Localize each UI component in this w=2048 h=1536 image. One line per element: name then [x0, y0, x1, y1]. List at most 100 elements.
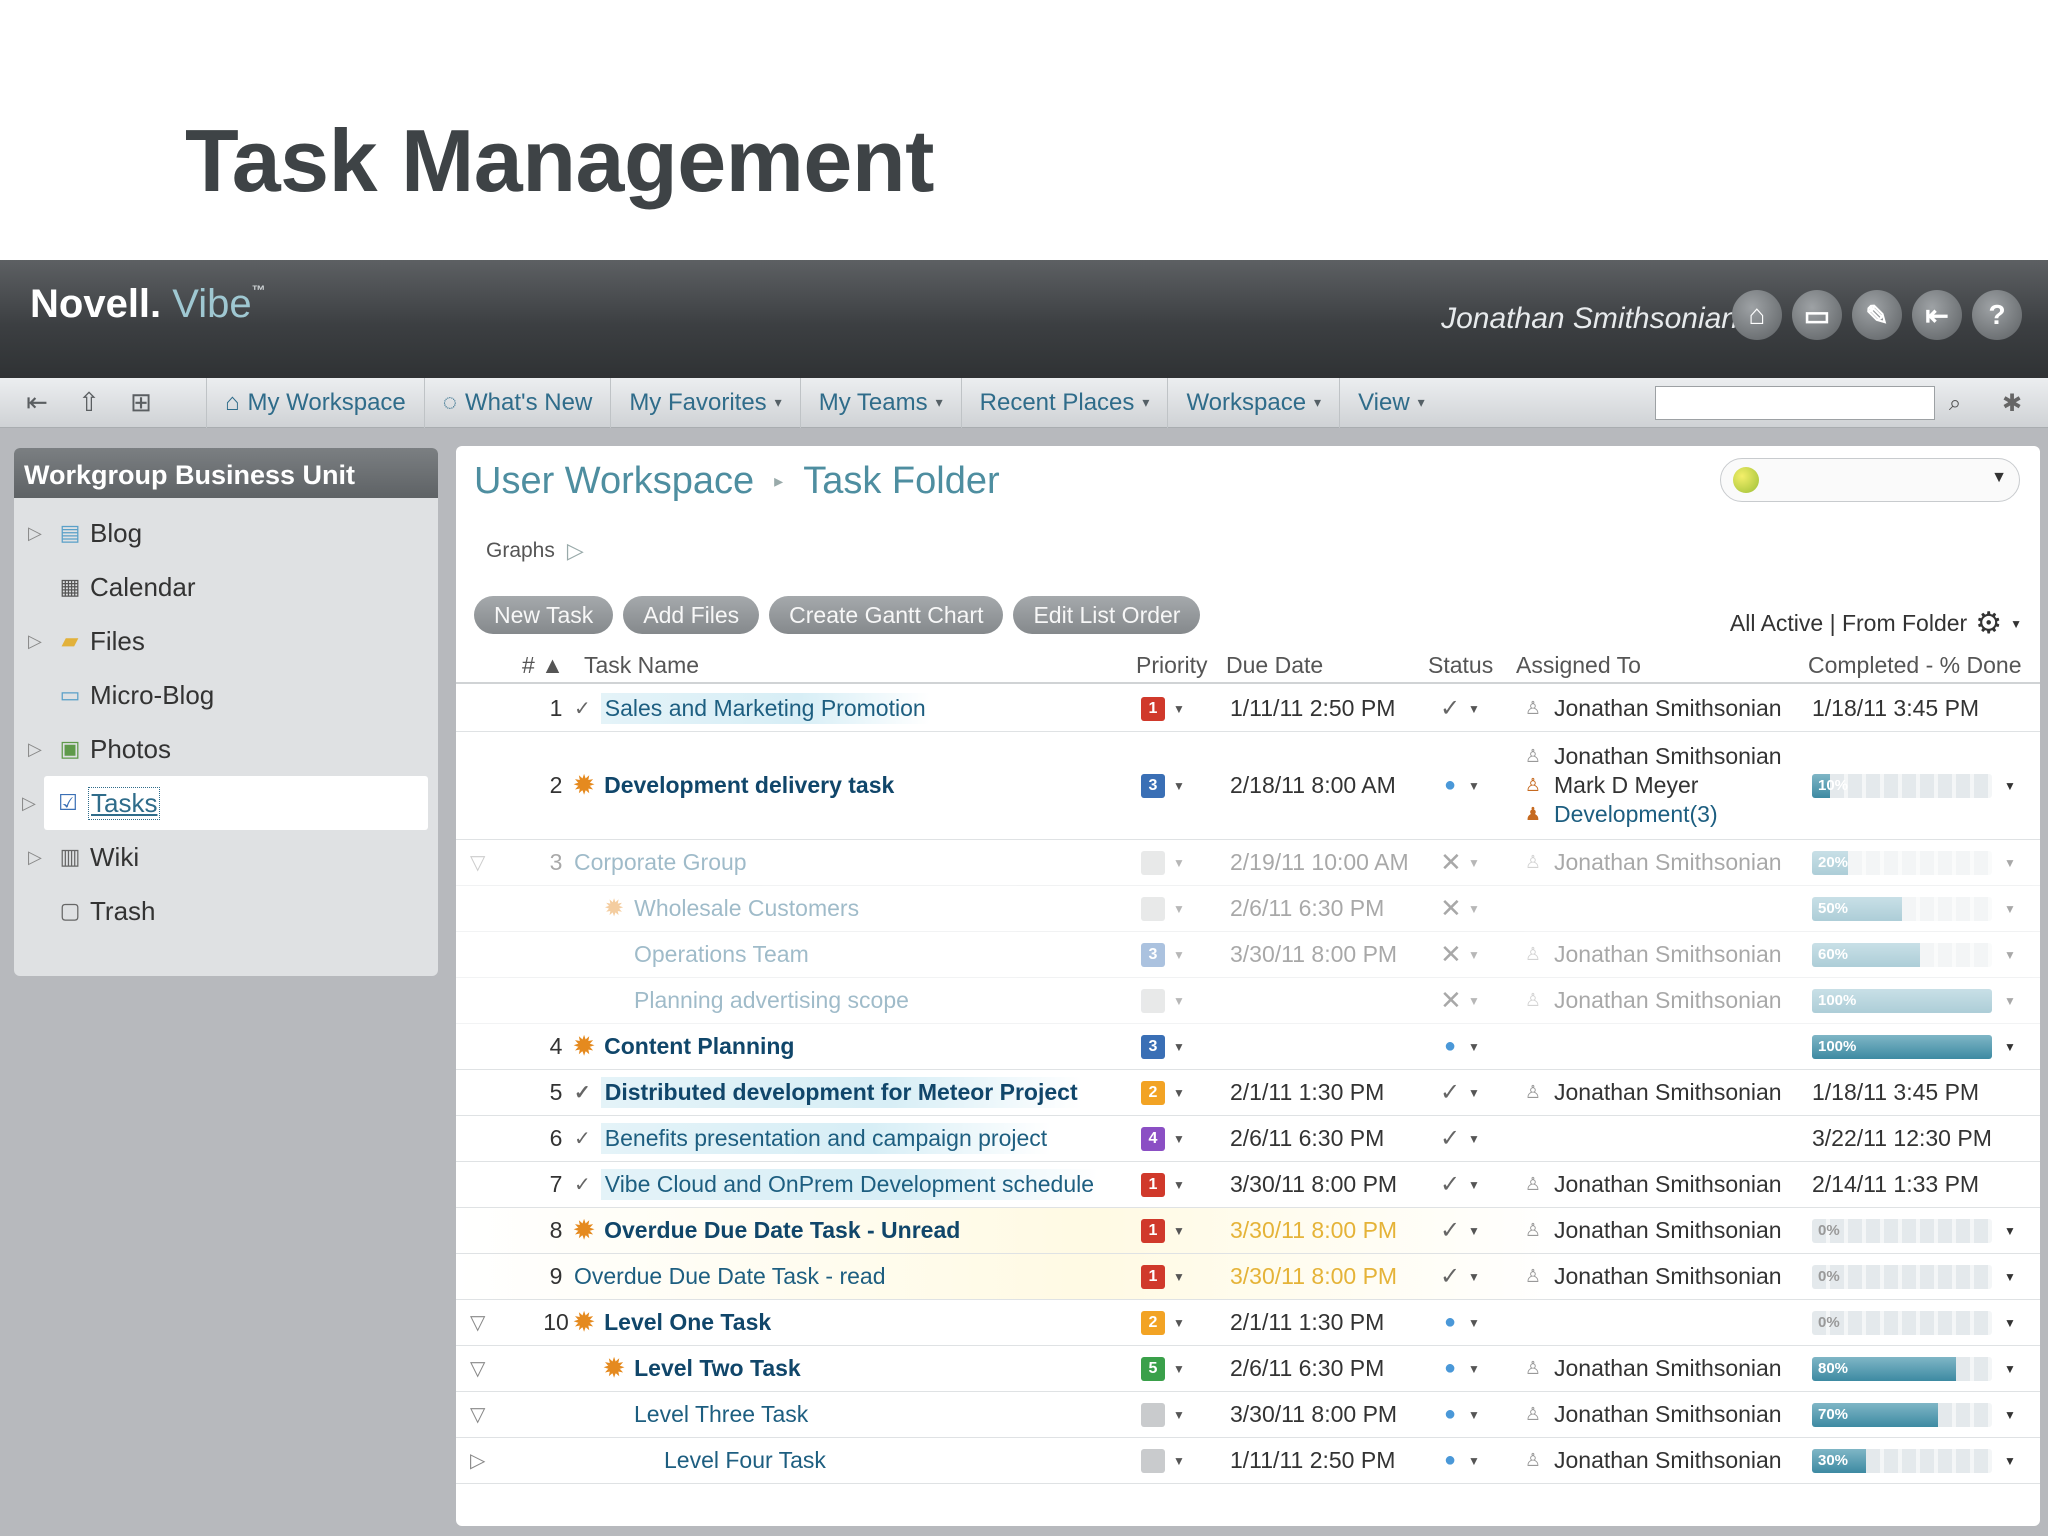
- nav-view[interactable]: View ▾: [1339, 377, 1443, 428]
- priority-selector[interactable]: 1 ▼: [1141, 1208, 1197, 1253]
- expand-triangle-icon[interactable]: ▷: [22, 793, 44, 814]
- table-row[interactable]: 8 ✹ Overdue Due Date Task - Unread 1 ▼ 3/30/1…: [456, 1208, 2040, 1254]
- status-selector[interactable]: ✓ ▼: [1440, 1116, 1490, 1161]
- status-selector[interactable]: ✕ ▼: [1440, 932, 1490, 977]
- table-row[interactable]: ▽ 10 ✹ Level One Task 2 ▼ 2/1/11 1:30 PM ● ▼ 0% ▼: [456, 1300, 2040, 1346]
- percent-done-bar[interactable]: 100%: [1812, 1034, 1992, 1059]
- row-menu-chevron-icon[interactable]: ▼: [2004, 1392, 2024, 1437]
- status-selector[interactable]: ● ▼: [1440, 1392, 1490, 1437]
- task-name[interactable]: ✹ Overdue Due Date Task - Unread: [574, 1208, 1074, 1253]
- task-name[interactable]: ✹ Wholesale Customers: [574, 886, 1074, 931]
- new-task-button[interactable]: New Task: [474, 596, 614, 634]
- task-name[interactable]: ✹ Level Two Task: [574, 1346, 1074, 1391]
- sidebar-item-wiki[interactable]: ▷ ▥ Wiki: [14, 830, 438, 884]
- table-row[interactable]: 7 ✓ Vibe Cloud and OnPrem Development sche…: [456, 1162, 2040, 1208]
- col-completed[interactable]: Completed - % Done: [1808, 652, 2022, 679]
- task-name[interactable]: ✹ Development delivery task: [574, 732, 1074, 839]
- priority-selector[interactable]: 3 ▼: [1141, 1024, 1197, 1069]
- assignee[interactable]: ♟ Development(3): [1524, 801, 1718, 828]
- task-name[interactable]: Operations Team: [574, 932, 1074, 977]
- sidebar-item-trash[interactable]: ▢ Trash: [14, 884, 438, 938]
- status-selector[interactable]: ● ▼: [1440, 1300, 1490, 1345]
- home-icon[interactable]: ⌂: [1732, 290, 1782, 340]
- task-filter[interactable]: All Active | From Folder ⚙ ▼: [1730, 606, 2022, 641]
- edit-list-order-button[interactable]: Edit List Order: [1013, 596, 1201, 634]
- collapse-triangle-icon[interactable]: ▽: [470, 1300, 500, 1345]
- priority-selector[interactable]: 2 ▼: [1141, 1300, 1197, 1345]
- row-menu-chevron-icon[interactable]: ▼: [2004, 932, 2024, 977]
- priority-selector[interactable]: 3 ▼: [1141, 932, 1197, 977]
- percent-done-bar[interactable]: 10%: [1812, 773, 1992, 798]
- table-row[interactable]: Planning advertising scope ▼ ✕ ▼ ♙ Jonathan S…: [456, 978, 2040, 1024]
- assignee[interactable]: ♙ Jonathan Smithsonian: [1524, 695, 1782, 722]
- row-menu-chevron-icon[interactable]: ▼: [2004, 1024, 2024, 1069]
- assignee[interactable]: ♙ Mark D Meyer: [1524, 772, 1698, 799]
- assignee[interactable]: ♙ Jonathan Smithsonian: [1524, 1447, 1782, 1474]
- search-icon[interactable]: ⌕: [1938, 386, 1972, 420]
- expand-triangle-icon[interactable]: ▷: [470, 1438, 500, 1483]
- priority-selector[interactable]: ▼: [1141, 1438, 1197, 1483]
- percent-done-bar[interactable]: 50%: [1812, 896, 1992, 921]
- task-name[interactable]: ✓ Benefits presentation and campaign proj…: [574, 1116, 1074, 1161]
- sidebar-item-files[interactable]: ▷ ▰ Files: [14, 614, 438, 668]
- row-menu-chevron-icon[interactable]: ▼: [2004, 1438, 2024, 1483]
- breadcrumb-user-workspace[interactable]: User Workspace: [474, 460, 754, 503]
- row-menu-chevron-icon[interactable]: ▼: [2004, 1208, 2024, 1253]
- priority-selector[interactable]: ▼: [1141, 1392, 1197, 1437]
- priority-selector[interactable]: ▼: [1141, 840, 1197, 885]
- expand-triangle-icon[interactable]: ▷: [28, 631, 46, 652]
- priority-selector[interactable]: 3 ▼: [1141, 732, 1197, 839]
- current-user-name[interactable]: Jonathan Smithsonian: [1441, 302, 1738, 336]
- row-menu-chevron-icon[interactable]: ▼: [2004, 886, 2024, 931]
- priority-selector[interactable]: 1 ▼: [1141, 1162, 1197, 1207]
- nav-my-favorites[interactable]: My Favorites ▾: [610, 377, 799, 428]
- percent-done-bar[interactable]: 70%: [1812, 1402, 1992, 1427]
- assignee[interactable]: ♙ Jonathan Smithsonian: [1524, 743, 1782, 770]
- priority-selector[interactable]: 1 ▼: [1141, 686, 1197, 731]
- task-name[interactable]: Planning advertising scope: [574, 978, 1074, 1023]
- assignee[interactable]: ♙ Jonathan Smithsonian: [1524, 1079, 1782, 1106]
- status-selector[interactable]: ● ▼: [1440, 732, 1490, 839]
- breadcrumb-task-folder[interactable]: Task Folder: [803, 460, 999, 503]
- task-name[interactable]: Level Three Task: [574, 1392, 1074, 1437]
- status-selector[interactable]: ✓ ▼: [1440, 1254, 1490, 1299]
- status-selector[interactable]: ✕ ▼: [1440, 978, 1490, 1023]
- table-row[interactable]: 9 Overdue Due Date Task - read 1 ▼ 3/30/11 8…: [456, 1254, 2040, 1300]
- priority-selector[interactable]: ▼: [1141, 978, 1197, 1023]
- priority-selector[interactable]: 1 ▼: [1141, 1254, 1197, 1299]
- nav-recent-places[interactable]: Recent Places ▾: [960, 377, 1168, 428]
- status-selector[interactable]: ✓ ▼: [1440, 686, 1490, 731]
- assignee[interactable]: ♙ Jonathan Smithsonian: [1524, 1171, 1782, 1198]
- task-name[interactable]: Overdue Due Date Task - read: [574, 1254, 1074, 1299]
- assignee[interactable]: ♙ Jonathan Smithsonian: [1524, 1401, 1782, 1428]
- col-due-date[interactable]: Due Date: [1226, 652, 1323, 679]
- priority-selector[interactable]: ▼: [1141, 886, 1197, 931]
- graphs-toggle[interactable]: Graphs ▷: [486, 538, 584, 564]
- create-gantt-chart-button[interactable]: Create Gantt Chart: [769, 596, 1004, 634]
- status-selector[interactable]: ● ▼: [1440, 1024, 1490, 1069]
- collapse-icon[interactable]: ⇤: [16, 385, 58, 421]
- task-name[interactable]: Level Four Task: [574, 1438, 1074, 1483]
- help-icon[interactable]: ?: [1972, 290, 2022, 340]
- col-priority[interactable]: Priority: [1136, 652, 1208, 679]
- pin-icon[interactable]: ✱: [1992, 384, 2032, 422]
- gear-icon[interactable]: ⚙: [1975, 606, 2002, 641]
- col-number[interactable]: # ▲: [522, 652, 564, 679]
- percent-done-bar[interactable]: 20%: [1812, 850, 1992, 875]
- monitor-icon[interactable]: ▭: [1792, 290, 1842, 340]
- priority-selector[interactable]: 5 ▼: [1141, 1346, 1197, 1391]
- sidebar-item-blog[interactable]: ▷ ▤ Blog: [14, 506, 438, 560]
- assignee[interactable]: ♙ Jonathan Smithsonian: [1524, 1263, 1782, 1290]
- status-selector[interactable]: ✓ ▼: [1440, 1070, 1490, 1115]
- assignee[interactable]: ♙ Jonathan Smithsonian: [1524, 1217, 1782, 1244]
- table-row[interactable]: ▷ Level Four Task ▼ 1/11/11 2:50 PM ● ▼ ♙ Jonat…: [456, 1438, 2040, 1484]
- sidebar-item-calendar[interactable]: ▦ Calendar: [14, 560, 438, 614]
- status-selector[interactable]: ✓ ▼: [1440, 1162, 1490, 1207]
- expand-triangle-icon[interactable]: ▷: [28, 739, 46, 760]
- expand-triangle-icon[interactable]: ▷: [28, 523, 46, 544]
- add-files-button[interactable]: Add Files: [623, 596, 760, 634]
- edit-icon[interactable]: ✎: [1852, 290, 1902, 340]
- col-task-name[interactable]: Task Name: [584, 652, 699, 679]
- row-menu-chevron-icon[interactable]: ▼: [2004, 840, 2024, 885]
- assignee[interactable]: ♙ Jonathan Smithsonian: [1524, 987, 1782, 1014]
